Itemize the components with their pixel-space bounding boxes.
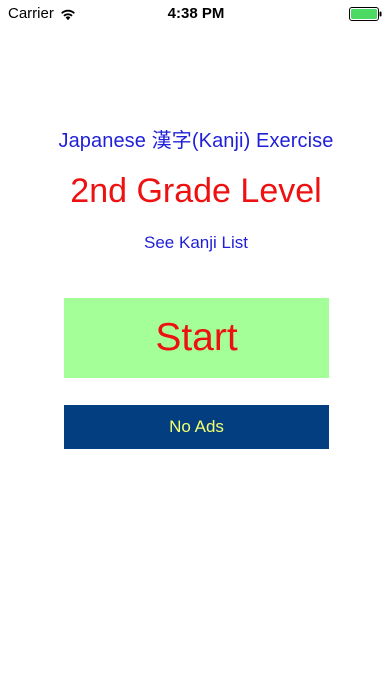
app-title: Japanese 漢字(Kanji) Exercise: [58, 130, 334, 152]
no-ads-button-label: No Ads: [169, 417, 224, 436]
start-button-label: Start: [155, 316, 238, 359]
see-kanji-list-link[interactable]: See Kanji List: [0, 233, 392, 253]
start-button[interactable]: Start: [64, 298, 329, 378]
battery-icon: [349, 7, 382, 21]
status-bar: Carrier 4:38 PM: [0, 0, 392, 28]
status-time: 4:38 PM: [167, 5, 225, 22]
grade-level-heading: 2nd Grade Level: [70, 172, 322, 210]
app-screen: Carrier 4:38 PM Japanese 漢字(Kanji) Exerc…: [0, 0, 392, 696]
no-ads-button[interactable]: No Ads: [64, 405, 329, 449]
